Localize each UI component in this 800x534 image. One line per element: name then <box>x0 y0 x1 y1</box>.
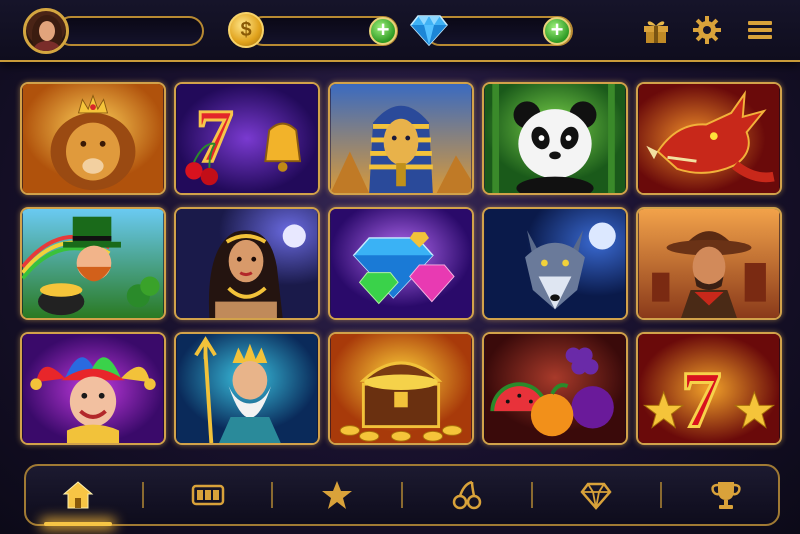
svg-text:7: 7 <box>681 355 722 443</box>
add-gems-button[interactable]: + <box>543 17 571 45</box>
nav-home[interactable] <box>38 470 118 526</box>
coin-icon: $ <box>228 12 264 48</box>
game-grid: 7 7 <box>20 82 782 445</box>
trophy-icon <box>711 482 741 509</box>
bottom-nav <box>24 464 780 526</box>
nav-divider <box>660 482 663 508</box>
game-tile-goddess[interactable] <box>174 207 320 320</box>
game-tile-jester[interactable] <box>20 332 166 445</box>
game-tile-dragon[interactable] <box>636 82 782 195</box>
goddess-artwork <box>176 209 318 318</box>
nav-tournaments[interactable] <box>686 470 766 520</box>
nav-divider <box>400 482 403 508</box>
game-tile-cowboy[interactable] <box>636 207 782 320</box>
nav-premium[interactable] <box>556 470 636 520</box>
game-tile-fruits[interactable] <box>482 332 628 445</box>
game-tile-lucky-sevens[interactable]: 7 <box>174 82 320 195</box>
cherries-icon <box>452 480 482 510</box>
game-tile-lion-king[interactable] <box>20 82 166 195</box>
lion-artwork <box>22 84 164 193</box>
nav-divider <box>141 482 144 508</box>
poseidon-artwork <box>176 334 318 443</box>
leprechaun-artwork <box>22 209 164 318</box>
nav-divider <box>530 482 533 508</box>
avatar[interactable] <box>23 8 69 54</box>
panda-artwork <box>484 84 626 193</box>
top-bar: $ + + <box>0 0 800 62</box>
jester-artwork <box>22 334 164 443</box>
nav-classic[interactable] <box>427 470 507 520</box>
diamond-outline-icon <box>580 482 613 510</box>
gear-icon[interactable] <box>692 15 722 45</box>
game-tile-treasure-chest[interactable] <box>328 332 474 445</box>
game-tile-leprechaun[interactable] <box>20 207 166 320</box>
game-tile-poseidon[interactable] <box>174 332 320 445</box>
treasure-artwork <box>330 334 472 443</box>
game-tile-panda[interactable] <box>482 82 628 195</box>
home-icon <box>62 481 94 509</box>
slot-machine-icon <box>191 484 224 506</box>
pharaoh-artwork <box>330 84 472 193</box>
sevens-artwork: 7 <box>176 84 318 193</box>
nav-divider <box>271 482 274 508</box>
nav-slots[interactable] <box>168 470 248 520</box>
game-tile-diamonds[interactable] <box>328 207 474 320</box>
nav-favorites[interactable] <box>297 470 377 520</box>
fruits-artwork <box>484 334 626 443</box>
game-tile-seven-stars[interactable]: 7 <box>636 332 782 445</box>
game-tile-pharaoh[interactable] <box>328 82 474 195</box>
game-tile-wolf[interactable] <box>482 207 628 320</box>
svg-text:7: 7 <box>196 95 234 178</box>
diamonds-artwork <box>330 209 472 318</box>
diamond-icon <box>410 15 448 46</box>
cowboy-artwork <box>638 209 780 318</box>
wolf-artwork <box>484 209 626 318</box>
add-coins-button[interactable]: + <box>369 17 397 45</box>
star-icon <box>322 481 353 509</box>
menu-icon[interactable] <box>745 15 775 45</box>
player-name-field[interactable] <box>56 16 204 46</box>
dragon-artwork <box>638 84 780 193</box>
seven-stars-artwork: 7 <box>638 334 780 443</box>
gift-icon[interactable] <box>641 15 671 45</box>
